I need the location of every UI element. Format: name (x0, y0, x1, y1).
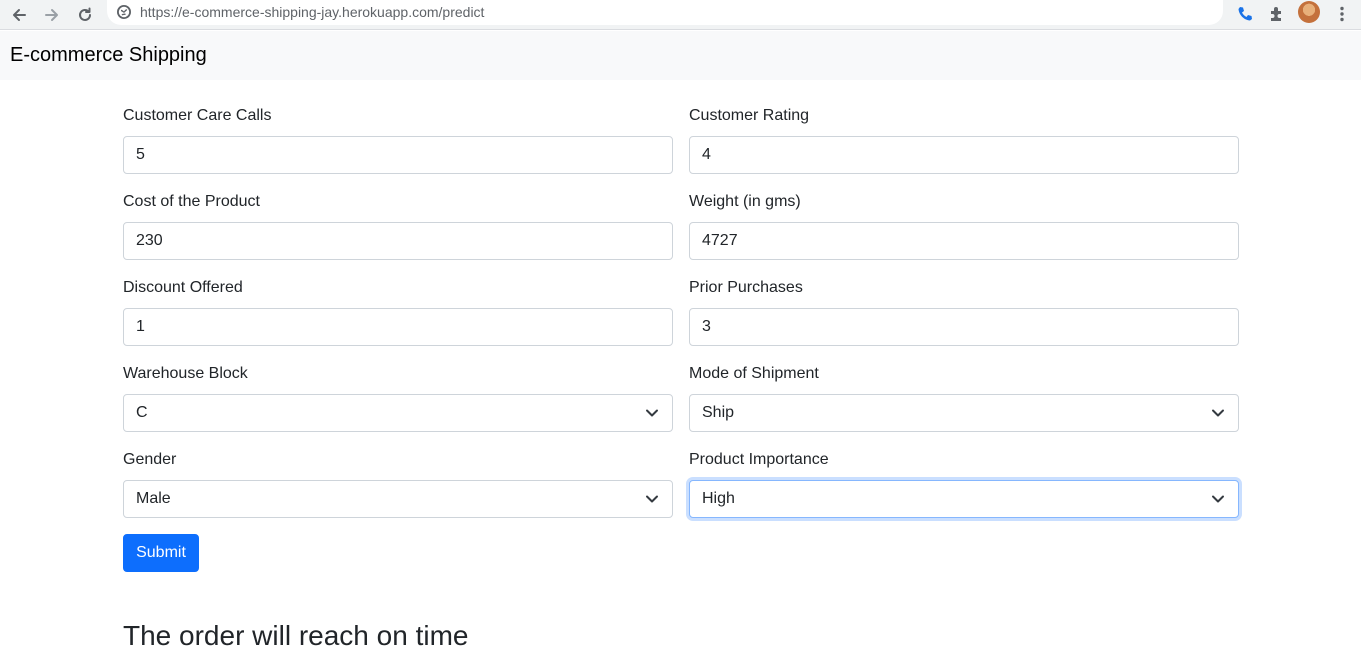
customer-care-calls-input[interactable] (123, 136, 673, 174)
chevron-down-icon (1212, 409, 1224, 417)
address-bar[interactable]: https://e-commerce-shipping-jay.herokuap… (107, 0, 1223, 25)
mode-of-shipment-value: Ship (702, 404, 735, 421)
site-info-icon[interactable] (116, 4, 132, 20)
mode-of-shipment-label: Mode of Shipment (689, 365, 819, 382)
cost-of-product-label: Cost of the Product (123, 193, 260, 210)
product-importance-select[interactable]: High (689, 480, 1239, 518)
warehouse-block-label: Warehouse Block (123, 365, 248, 382)
gender-select[interactable]: Male (123, 480, 673, 518)
chevron-down-icon (646, 409, 658, 417)
mode-of-shipment-select[interactable]: Ship (689, 394, 1239, 432)
gender-value: Male (136, 490, 171, 507)
chevron-down-icon (1212, 495, 1224, 503)
back-icon[interactable] (6, 2, 32, 28)
chevron-down-icon (646, 495, 658, 503)
prior-purchases-label: Prior Purchases (689, 279, 803, 296)
gender-label: Gender (123, 451, 177, 468)
reload-icon[interactable] (72, 2, 98, 28)
prediction-result: The order will reach on time (123, 620, 469, 651)
discount-offered-label: Discount Offered (123, 279, 243, 296)
navbar: E-commerce Shipping (0, 31, 1361, 80)
weight-label: Weight (in gms) (689, 193, 801, 210)
warehouse-block-select[interactable]: C (123, 394, 673, 432)
navbar-brand[interactable]: E-commerce Shipping (10, 44, 207, 67)
weight-input[interactable] (689, 222, 1239, 260)
customer-care-calls-label: Customer Care Calls (123, 107, 272, 124)
menu-icon[interactable] (1330, 2, 1354, 26)
product-importance-label: Product Importance (689, 451, 829, 468)
extensions-icon[interactable] (1265, 2, 1289, 26)
submit-button[interactable]: Submit (123, 534, 199, 572)
prior-purchases-input[interactable] (689, 308, 1239, 346)
forward-icon[interactable] (39, 2, 65, 28)
avatar[interactable] (1298, 1, 1320, 23)
url-text: https://e-commerce-shipping-jay.herokuap… (140, 4, 485, 20)
product-importance-value: High (702, 490, 735, 507)
customer-rating-input[interactable] (689, 136, 1239, 174)
cost-of-product-input[interactable] (123, 222, 673, 260)
browser-toolbar: https://e-commerce-shipping-jay.herokuap… (0, 0, 1361, 30)
warehouse-block-value: C (136, 404, 148, 421)
phone-icon[interactable] (1233, 2, 1257, 26)
customer-rating-label: Customer Rating (689, 107, 810, 124)
discount-offered-input[interactable] (123, 308, 673, 346)
